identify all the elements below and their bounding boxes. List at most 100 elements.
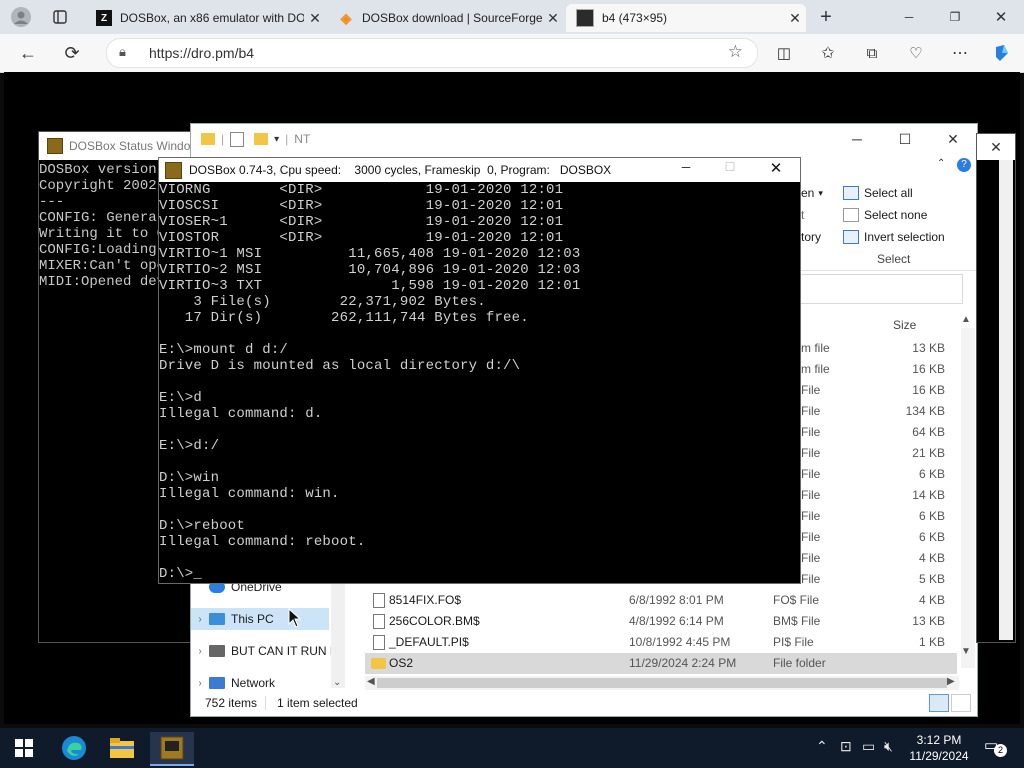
favorite-star-icon[interactable]: ☆: [728, 42, 743, 62]
maximize-button[interactable]: ☐: [719, 160, 741, 174]
file-type: File: [801, 425, 821, 439]
nav-item-but-can-it-run-d[interactable]: › BUT CAN IT RUN D: [191, 640, 347, 662]
horizontal-scroll-thumb[interactable]: [377, 678, 947, 688]
chevron-up-icon[interactable]: ⌃: [816, 738, 828, 755]
close-icon[interactable]: ✕: [784, 10, 806, 27]
scroll-down-icon[interactable]: ▼: [961, 646, 971, 657]
copilot-icon[interactable]: [988, 40, 1016, 66]
chevron-down-icon[interactable]: ▾: [274, 134, 279, 145]
notifications-icon[interactable]: ▭ 2: [984, 736, 1007, 758]
scrollbar-track[interactable]: [999, 160, 1013, 640]
nav-item-label: Network: [231, 676, 276, 690]
chevron-right-icon[interactable]: ›: [191, 646, 209, 657]
invert-selection-button[interactable]: Invert selection: [843, 230, 945, 244]
file-size: 6 KB: [918, 509, 945, 523]
tab-dosbox-emulator[interactable]: Z DOSBox, an x86 emulator with DO ✕: [86, 4, 326, 32]
window-title: NT: [294, 132, 311, 146]
close-icon[interactable]: ✕: [977, 134, 1015, 160]
help-icon[interactable]: ?: [957, 158, 971, 172]
collections-icon[interactable]: ⧉: [858, 40, 886, 66]
chevron-right-icon[interactable]: ›: [191, 614, 209, 625]
chevron-right-icon[interactable]: ›: [191, 678, 209, 689]
workspaces-icon[interactable]: [48, 5, 72, 29]
network-icon[interactable]: ▭: [862, 738, 875, 755]
maximize-button[interactable]: ☐: [883, 124, 927, 154]
tab-label: DOSBox, an x86 emulator with DO: [120, 11, 304, 25]
scroll-left-icon[interactable]: ◀: [367, 676, 375, 687]
ribbon-label: Select all: [864, 186, 913, 200]
new-folder-icon[interactable]: [254, 133, 269, 145]
system-clock[interactable]: 3:12 PM 11/29/2024: [904, 732, 974, 764]
minimize-button[interactable]: ─: [894, 4, 924, 30]
select-all-button[interactable]: Select all: [843, 186, 913, 200]
dosbox-titlebar[interactable]: DOSBox 0.74-3, Cpu speed: 3000 cycles, F…: [159, 158, 800, 182]
column-header-size[interactable]: Size: [893, 318, 916, 332]
minimize-button[interactable]: ─: [675, 160, 697, 174]
file-date: 10/8/1992 4:45 PM: [629, 635, 731, 649]
nav-item-this-pc[interactable]: › This PC: [191, 608, 329, 630]
start-button[interactable]: [6, 732, 42, 764]
file-size: 4 KB: [918, 551, 945, 565]
close-window-button[interactable]: ✕: [986, 4, 1016, 30]
minimize-button[interactable]: ─: [835, 124, 879, 154]
edit-partial[interactable]: t: [801, 208, 804, 222]
tab-sourceforge[interactable]: ◈ DOSBox download | SourceForge ✕: [328, 4, 564, 32]
file-name: 256COLOR.BM$: [389, 614, 480, 628]
console-line: Illegal command: win.: [159, 486, 340, 502]
ribbon-collapse-icon[interactable]: ⌃: [937, 158, 945, 169]
favorites-icon[interactable]: ✩: [814, 40, 842, 66]
nav-scroll-down-icon[interactable]: ⌄: [333, 677, 341, 688]
scroll-up-icon[interactable]: ▲: [961, 314, 971, 325]
history-partial[interactable]: tory: [801, 230, 821, 244]
clock-date: 11/29/2024: [909, 749, 969, 763]
more-options-icon[interactable]: ⋯: [946, 40, 974, 66]
profile-avatar[interactable]: [8, 5, 34, 29]
file-size: 14 KB: [912, 488, 945, 502]
scroll-right-icon[interactable]: ▶: [947, 676, 955, 687]
file-row[interactable]: 256COLOR.BM$ 4/8/1992 6:14 PM BM$ File 13 K…: [365, 611, 957, 632]
ribbon-label: t: [801, 208, 805, 222]
details-view-icon[interactable]: [929, 694, 949, 712]
performance-icon[interactable]: ♡: [902, 40, 930, 66]
tab-b4-image[interactable]: b4 (473×95) ✕: [566, 4, 806, 32]
close-window-button[interactable]: ✕: [931, 124, 975, 154]
properties-icon[interactable]: [230, 131, 245, 147]
search-box[interactable]: [799, 274, 963, 304]
console-line: VIRTIO~2 MSI 10,704,896 19-01-2020 12:03: [159, 262, 581, 278]
clock-time: 3:12 PM: [916, 733, 962, 747]
open-menu-partial[interactable]: en ▾: [801, 186, 823, 200]
file-row[interactable]: 8514FIX.FO$ 6/8/1992 8:01 PM FO$ File 4 KB: [365, 590, 957, 611]
reload-button[interactable]: ⟳: [58, 40, 86, 66]
console-line: D:\>win: [159, 470, 220, 486]
file-size: 64 KB: [912, 425, 945, 439]
nav-item-label: BUT CAN IT RUN D: [231, 644, 331, 658]
address-bar[interactable]: 🔒︎ https://dro.pm/b4 ☆: [106, 38, 758, 68]
close-icon[interactable]: ✕: [304, 10, 326, 27]
close-window-button[interactable]: ✕: [765, 159, 787, 177]
tab-label: DOSBox download | SourceForge: [362, 11, 542, 25]
nav-item-network[interactable]: › Network: [191, 672, 347, 694]
select-all-icon: [843, 186, 859, 200]
large-icons-view-icon[interactable]: [951, 694, 971, 712]
back-button[interactable]: ←: [14, 40, 42, 66]
file-list-scrollbar[interactable]: [961, 328, 975, 668]
close-icon[interactable]: ✕: [542, 10, 564, 27]
device-icon[interactable]: ⊡: [840, 738, 852, 755]
file-row[interactable]: _DEFAULT.PI$ 10/8/1992 4:45 PM PI$ File 1 K…: [365, 632, 957, 653]
volume-muted-icon[interactable]: 🔇︎: [884, 738, 893, 755]
select-none-button[interactable]: Select none: [843, 208, 927, 222]
nav-pane-scrollbar[interactable]: [331, 580, 345, 688]
dos-console-output[interactable]: VIORNG <DIR> 19-01-2020 12:01 VIOSCSI <DI…: [159, 182, 580, 582]
edge-browser-icon[interactable]: [56, 732, 92, 764]
dosbox-taskbar-icon[interactable]: [150, 732, 194, 766]
invert-selection-icon: [843, 230, 859, 244]
split-screen-icon[interactable]: ◫: [770, 40, 798, 66]
folder-icon[interactable]: [201, 133, 215, 145]
file-explorer-icon[interactable]: [104, 732, 140, 764]
ribbon-label: Invert selection: [864, 230, 945, 244]
dosbox-logo-icon: [47, 138, 63, 154]
folder-row[interactable]: OS2 11/29/2024 2:24 PM File folder: [365, 653, 957, 674]
new-tab-button[interactable]: +: [812, 4, 840, 30]
restore-button[interactable]: ❐: [940, 4, 970, 30]
